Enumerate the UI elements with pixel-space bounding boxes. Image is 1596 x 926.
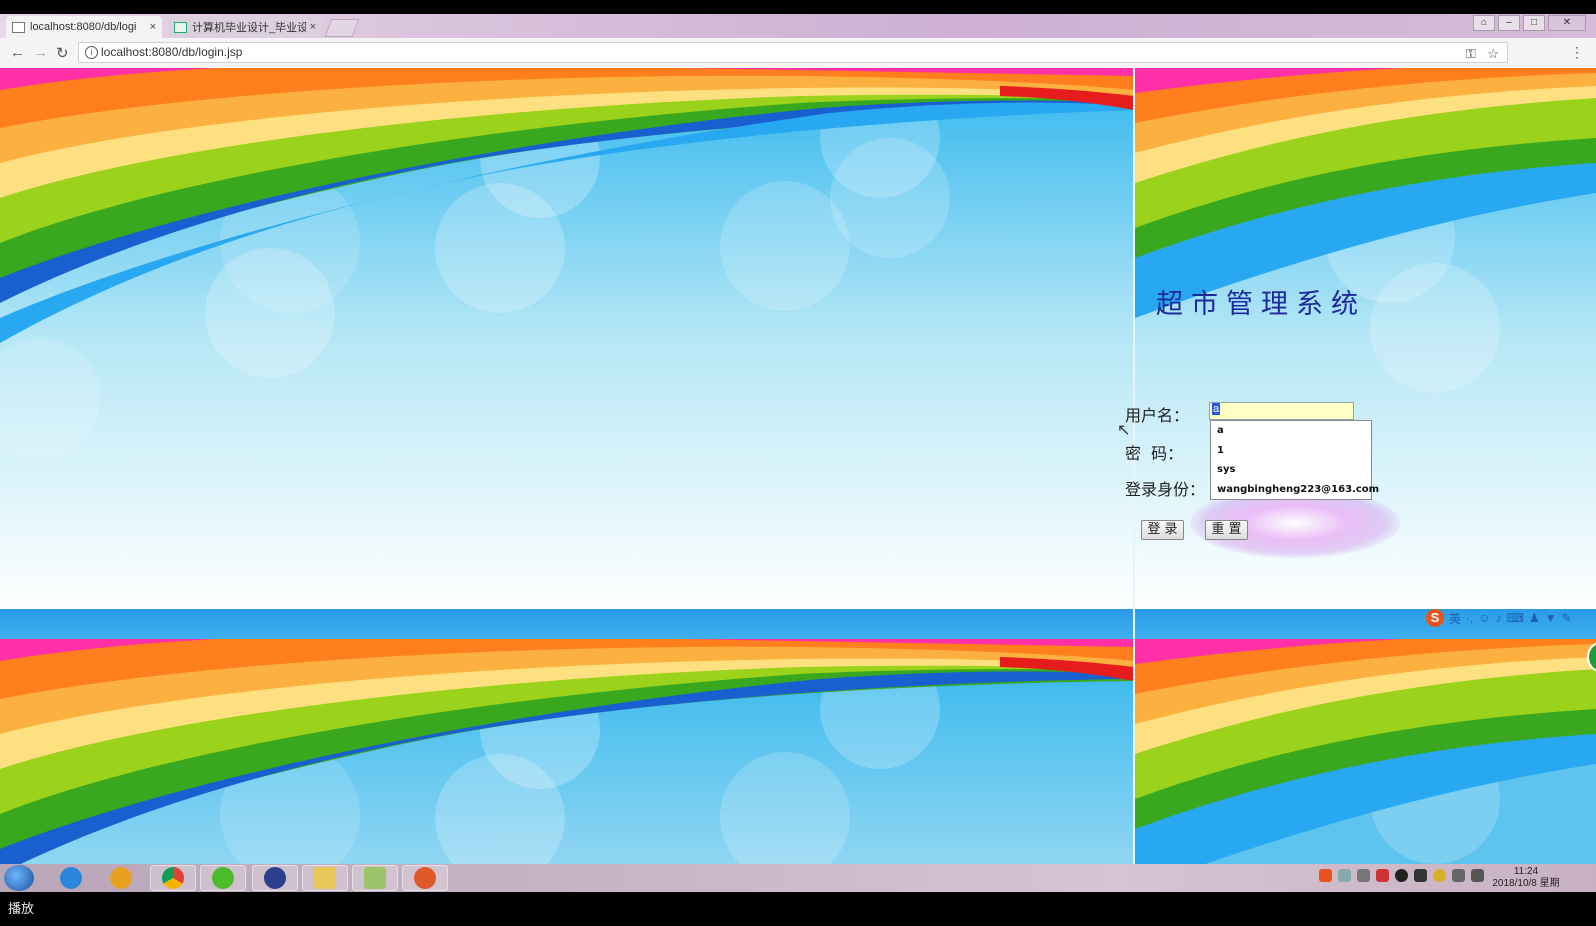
network-icon[interactable]: [1452, 869, 1465, 882]
forward-icon[interactable]: →: [33, 44, 48, 61]
start-button[interactable]: [4, 865, 34, 891]
page-favicon-icon: [12, 21, 25, 33]
browser-toolbar: ← → ↻ i localhost:8080/db/login.jsp ⚿ ☆ …: [0, 38, 1596, 69]
maximize-icon[interactable]: □: [1523, 15, 1545, 31]
background-tile-bottom-left: [0, 639, 1134, 864]
tab-title: 计算机毕业设计_毕业设计: [192, 22, 306, 34]
window-controls: ⌂ – □ ✕: [1473, 15, 1586, 31]
background-tile-bottom-right: [1135, 639, 1596, 864]
punctuation-icon[interactable]: ·,: [1466, 611, 1473, 625]
login-button[interactable]: 登 录: [1141, 520, 1184, 540]
back-icon[interactable]: ←: [10, 44, 25, 61]
ide-taskbar-button[interactable]: [252, 865, 298, 891]
sogou-logo-icon[interactable]: S: [1426, 609, 1444, 627]
clock-time: 11:24: [1513, 866, 1539, 877]
password-label: 密 码：: [1125, 444, 1184, 463]
tab-graduation-project[interactable]: 计算机毕业设计_毕业设计 ×: [168, 16, 322, 38]
player-taskbar-button[interactable]: [200, 865, 246, 891]
app-taskbar-button[interactable]: [98, 865, 144, 891]
star-icon[interactable]: ☆: [1487, 46, 1499, 61]
microphone-icon[interactable]: ♪: [1496, 611, 1502, 625]
tab-close-icon[interactable]: ×: [310, 21, 316, 33]
user-icon[interactable]: ⌂: [1473, 15, 1495, 31]
editor-taskbar-button[interactable]: [352, 865, 398, 891]
horizontal-blue-band: [0, 609, 1596, 639]
user-icon[interactable]: ♟: [1529, 611, 1540, 625]
mouse-cursor-icon: ↖: [1117, 422, 1131, 439]
notepad-icon: [364, 867, 386, 889]
emoji-icon[interactable]: ☺: [1478, 611, 1490, 625]
tray-icon[interactable]: [1357, 869, 1370, 882]
status-strip: 播放: [0, 892, 1596, 926]
address-bar[interactable]: i localhost:8080/db/login.jsp ⚿ ☆: [78, 42, 1508, 63]
background-tile-main: [0, 68, 1134, 609]
sogou-tray-icon[interactable]: [1319, 869, 1332, 882]
recorder-taskbar-button[interactable]: [402, 865, 448, 891]
tab-close-icon[interactable]: ×: [150, 21, 156, 33]
chrome-icon: [162, 867, 184, 889]
top-black-strip: [0, 0, 1596, 14]
window-close-icon[interactable]: ✕: [1548, 15, 1586, 31]
qq-icon[interactable]: [1395, 869, 1408, 882]
recorder-icon: [414, 867, 436, 889]
screen: localhost:8080/db/logi × 计算机毕业设计_毕业设计 × …: [0, 0, 1596, 926]
tray-icon[interactable]: [1433, 869, 1446, 882]
reset-button[interactable]: 重 置: [1205, 520, 1248, 540]
autocomplete-item[interactable]: wangbingheng223@163.com: [1211, 480, 1379, 500]
minimize-icon[interactable]: –: [1498, 15, 1520, 31]
taskbar: 11:24 2018/10/8 星期一: [0, 864, 1596, 901]
frame-separator: [1133, 68, 1135, 864]
people-icon: [110, 867, 132, 889]
system-tray: [1319, 869, 1484, 882]
reload-icon[interactable]: ↻: [56, 44, 69, 62]
page-viewport: 超市管理系统 用户名： a 密 码： 登录身份： a 1 sys wangbin…: [0, 68, 1596, 864]
tray-icon[interactable]: [1376, 869, 1389, 882]
ie-icon: [60, 867, 82, 889]
chrome-taskbar-button[interactable]: [150, 865, 196, 891]
volume-icon[interactable]: [1471, 869, 1484, 882]
skin-icon[interactable]: ▼: [1545, 611, 1557, 625]
menu-icon[interactable]: ⋮: [1570, 44, 1584, 61]
ime-toolbar: S 英 ·, ☺ ♪ ⌨ ♟ ▼ ✎: [1426, 608, 1572, 628]
username-label: 用户名：: [1125, 406, 1190, 425]
browser-tab-strip: localhost:8080/db/logi × 计算机毕业设计_毕业设计 ×: [0, 14, 1596, 38]
tray-icon[interactable]: [1414, 869, 1427, 882]
keyboard-icon[interactable]: ⌨: [1507, 611, 1524, 625]
username-input[interactable]: a: [1209, 402, 1354, 420]
autocomplete-item[interactable]: 1: [1211, 441, 1371, 461]
tray-icon[interactable]: [1338, 869, 1351, 882]
username-value: a: [1212, 403, 1221, 415]
ie-taskbar-button[interactable]: [48, 865, 94, 891]
ime-lang-toggle[interactable]: 英: [1449, 610, 1461, 627]
role-label: 登录身份：: [1125, 480, 1206, 499]
username-autocomplete: a 1 sys wangbingheng223@163.com: [1210, 420, 1379, 500]
eclipse-icon: [264, 867, 286, 889]
play-status-text: 播放: [8, 902, 35, 917]
tab-login[interactable]: localhost:8080/db/logi ×: [6, 16, 162, 38]
folder-icon: [314, 867, 336, 889]
autocomplete-item[interactable]: a: [1211, 421, 1371, 441]
key-icon[interactable]: ⚿: [1466, 46, 1476, 61]
leaf-icon: [212, 867, 234, 889]
page-title: 超市管理系统: [1156, 289, 1366, 320]
tab-title: localhost:8080/db/logi: [30, 21, 137, 33]
site-favicon-icon: [174, 21, 187, 33]
tools-icon[interactable]: ✎: [1562, 611, 1572, 625]
url-text: localhost:8080/db/login.jsp: [101, 45, 243, 59]
autocomplete-item[interactable]: sys: [1211, 460, 1371, 480]
explorer-taskbar-button[interactable]: [302, 865, 348, 891]
omnibox-actions: ⚿ ☆: [1466, 44, 1499, 63]
info-icon[interactable]: i: [85, 46, 98, 59]
